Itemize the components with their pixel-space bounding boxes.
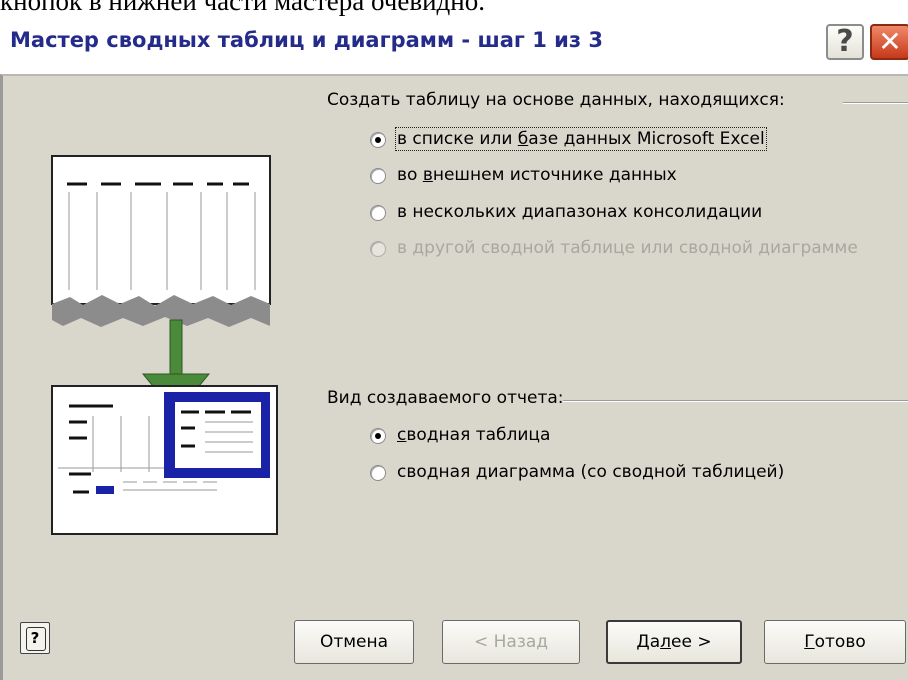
document-text-snippet: кнопок в нижней части мастера очевидно.: [0, 0, 485, 16]
title-help-button[interactable]: ?: [826, 24, 864, 60]
cancel-button[interactable]: Отмена: [294, 620, 414, 664]
source-group-divider: [843, 102, 908, 104]
report-group-label: Вид создаваемого отчета:: [327, 388, 564, 408]
radio-label: в списке или базе данных Microsoft Excel: [395, 127, 767, 151]
title-close-button[interactable]: ✕: [870, 24, 908, 60]
report-group-divider: [563, 400, 908, 402]
next-button[interactable]: Далее >: [606, 620, 742, 664]
back-button: < Назад: [442, 620, 580, 664]
radio-label: сводная диаграмма (со сводной таблицей): [397, 462, 785, 482]
radio-circle: [370, 205, 386, 221]
radio-circle: [370, 132, 386, 148]
dialog-body: Создать таблицу на основе данных, находя…: [0, 74, 908, 680]
title-bar: Мастер сводных таблиц и диаграмм - шаг 1…: [0, 20, 908, 74]
radio-selected-dot: [375, 137, 381, 143]
radio-circle: [370, 428, 386, 444]
radio-circle: [370, 465, 386, 481]
radio-label: в другой сводной таблице или сводной диа…: [397, 238, 858, 258]
finish-button[interactable]: Готово: [764, 620, 906, 664]
radio-circle: [370, 241, 386, 257]
radio-label: в нескольких диапазонах консолидации: [397, 202, 763, 222]
pivot-wizard-dialog: Мастер сводных таблиц и диаграмм - шаг 1…: [0, 20, 908, 680]
radio-label: сводная таблица: [397, 425, 551, 445]
help-button[interactable]: ?: [20, 622, 50, 654]
pivot-report-illustration: [51, 385, 278, 535]
radio-circle: [370, 168, 386, 184]
source-group-label: Создать таблицу на основе данных, находя…: [327, 90, 785, 110]
wizard-illustration: [51, 155, 278, 535]
source-table-illustration: [51, 155, 271, 327]
radio-label: во внешнем источнике данных: [397, 165, 677, 185]
dialog-title: Мастер сводных таблиц и диаграмм - шаг 1…: [10, 28, 603, 52]
radio-selected-dot: [375, 433, 381, 439]
